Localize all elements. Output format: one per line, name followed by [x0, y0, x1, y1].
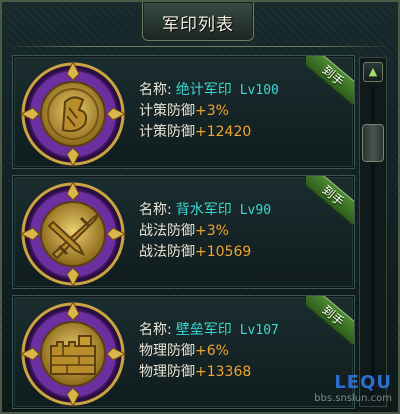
watermark-logo: LEQU: [334, 372, 392, 393]
name-label: 名称:: [139, 322, 172, 338]
obtained-ribbon: 到手: [306, 176, 354, 224]
scroll-up-button[interactable]: ▲: [363, 62, 383, 82]
obtained-label: 到手: [306, 56, 354, 104]
title-bar: 军印列表: [142, 2, 254, 41]
triangle-up-icon: ▲: [368, 65, 378, 78]
obtained-ribbon: 到手: [306, 56, 354, 104]
seal-level: Lv90: [239, 203, 272, 218]
watermark-url: bbs.snslun.com: [314, 393, 392, 404]
seal-level: Lv100: [239, 83, 279, 98]
stat-value: +3%: [195, 223, 229, 239]
scroll-thumb[interactable]: [362, 124, 384, 162]
stat-label: 计策防御: [139, 124, 195, 140]
obtained-label: 到手: [306, 296, 354, 344]
seal-card[interactable]: 名称: 绝计军印 Lv100 计策防御+3% 计策防御+12420 到手: [12, 55, 355, 169]
name-label: 名称:: [139, 82, 172, 98]
fortress-wall-seal-icon: [19, 300, 127, 408]
seal-list-panel: 军印列表 名称: 绝计军印 Lv100 计策防御+3% 计策防御+12420 到…: [0, 0, 400, 414]
stat-value: +10569: [195, 244, 252, 260]
seal-info: 名称: 壁垒军印 Lv107 物理防御+6% 物理防御+13368: [139, 320, 279, 383]
seal-info: 名称: 背水军印 Lv90 战法防御+3% 战法防御+10569: [139, 200, 271, 263]
seal-name: 背水军印: [175, 202, 232, 218]
seal-card[interactable]: 名称: 背水军印 Lv90 战法防御+3% 战法防御+10569 到手: [12, 175, 355, 289]
panel-title: 军印列表: [162, 15, 234, 35]
seal-info: 名称: 绝计军印 Lv100 计策防御+3% 计策防御+12420: [139, 80, 279, 143]
seal-name: 壁垒军印: [175, 322, 232, 338]
stat-value: +12420: [195, 124, 252, 140]
name-label: 名称:: [139, 202, 172, 218]
seal-level: Lv107: [239, 323, 279, 338]
stat-value: +3%: [195, 103, 229, 119]
scroll-seal-icon: [19, 60, 127, 168]
stat-label: 战法防御: [139, 244, 195, 260]
stat-label: 计策防御: [139, 103, 195, 119]
stat-label: 物理防御: [139, 343, 195, 359]
watermark: LEQU bbs.snslun.com: [302, 372, 392, 408]
obtained-ribbon: 到手: [306, 296, 354, 344]
seal-name: 绝计军印: [175, 82, 232, 98]
stat-value: +6%: [195, 343, 229, 359]
stat-value: +13368: [195, 364, 252, 380]
obtained-label: 到手: [306, 176, 354, 224]
stat-label: 物理防御: [139, 364, 195, 380]
crossed-swords-seal-icon: [19, 180, 127, 288]
stat-label: 战法防御: [139, 223, 195, 239]
title-divider: [6, 46, 394, 47]
scrollbar[interactable]: ▲: [359, 57, 387, 407]
